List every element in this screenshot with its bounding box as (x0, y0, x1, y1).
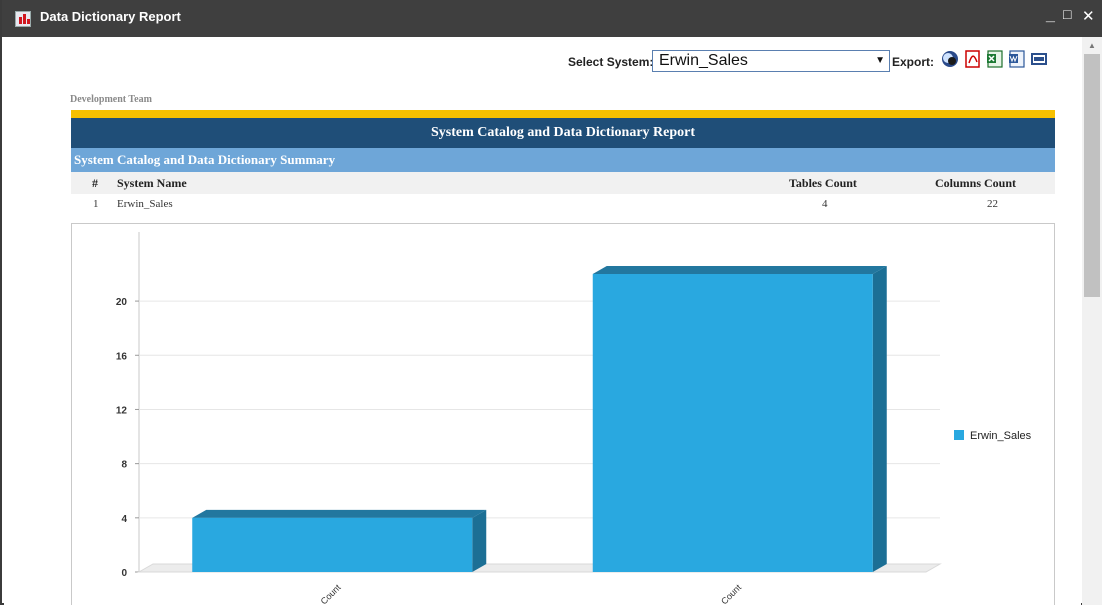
minimize-button[interactable]: _ (1046, 7, 1055, 25)
bar-side-face (472, 509, 487, 572)
x-tick-label: Count (719, 582, 743, 605)
table-row: 1 Erwin_Sales 4 22 (71, 194, 1055, 216)
scroll-thumb[interactable] (1084, 54, 1100, 297)
legend-swatch (954, 430, 964, 440)
col-header-columns-count: Columns Count (935, 176, 1017, 190)
report-content: Select System: Erwin_Sales ▼ Export: Dev… (4, 37, 1081, 605)
summary-title: System Catalog and Data Dictionary Summa… (71, 148, 1055, 172)
x-tick-label: Count (319, 582, 343, 605)
y-tick-label: 16 (116, 351, 128, 362)
col-header-number: # (92, 176, 98, 190)
report-app-icon (15, 11, 31, 27)
system-select[interactable]: Erwin_Sales ▼ (652, 50, 890, 72)
summary-table-header: # System Name Tables Count Columns Count (71, 172, 1055, 194)
rtf-export-icon[interactable] (1030, 50, 1048, 68)
vertical-scrollbar[interactable]: ▲ (1082, 37, 1102, 605)
report-window: Data Dictionary Report _ □ ✕ Select Syst… (0, 0, 1102, 605)
row-number: 1 (93, 198, 99, 210)
bar-side-face (872, 266, 887, 572)
pdf-export-icon[interactable] (964, 50, 982, 68)
team-label: Development Team (70, 94, 152, 105)
select-system-label: Select System: (568, 55, 654, 69)
export-label: Export: (892, 55, 934, 69)
word-export-icon[interactable] (1008, 50, 1026, 68)
accent-bar (71, 110, 1055, 118)
bar (192, 517, 473, 572)
col-header-system-name: System Name (117, 176, 187, 190)
html-export-icon[interactable] (941, 50, 959, 68)
bar-chart: 0 4 8 12 16 20 Count Count Erwin_Sales (116, 232, 1032, 605)
y-tick-label: 8 (121, 460, 127, 471)
bar-top-face (592, 266, 887, 274)
maximize-button[interactable]: □ (1063, 6, 1071, 22)
row-columns-count: 22 (987, 198, 998, 210)
chevron-down-icon: ▼ (875, 55, 885, 66)
y-tick-label: 0 (121, 568, 127, 579)
col-header-tables-count: Tables Count (789, 176, 857, 190)
chart-panel: 0 4 8 12 16 20 Count Count Erwin_Sales (71, 223, 1055, 605)
row-system-name: Erwin_Sales (117, 198, 173, 210)
bar-top-face (192, 509, 487, 518)
title-bar: Data Dictionary Report _ □ ✕ (2, 0, 1102, 37)
bar (592, 274, 873, 572)
system-select-value: Erwin_Sales (659, 52, 748, 69)
row-tables-count: 4 (822, 198, 828, 210)
window-title: Data Dictionary Report (40, 9, 181, 24)
legend-label: Erwin_Sales (970, 430, 1032, 442)
report-title: System Catalog and Data Dictionary Repor… (71, 118, 1055, 148)
excel-export-icon[interactable] (986, 50, 1004, 68)
y-tick-label: 4 (121, 514, 127, 525)
scroll-up-icon[interactable]: ▲ (1082, 39, 1102, 53)
y-tick-label: 12 (116, 405, 128, 416)
close-button[interactable]: ✕ (1082, 7, 1095, 25)
y-tick-label: 20 (116, 297, 128, 308)
